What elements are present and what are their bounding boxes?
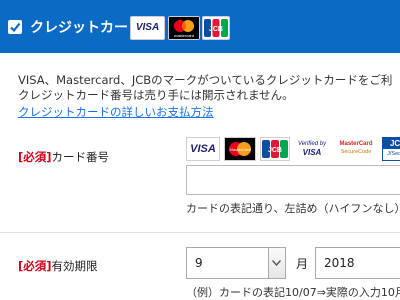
card-number-label: [必須]カード番号 — [18, 149, 109, 165]
credit-card-checkbox[interactable] — [8, 20, 22, 34]
jcb-logo-text: JCB — [209, 26, 223, 33]
mastercard-logo-text: mastercard — [174, 33, 194, 38]
chevron-down-icon — [272, 260, 281, 266]
visa-logo-text: VISA — [190, 143, 216, 155]
card-number-label-text: カード番号 — [51, 150, 110, 164]
intro-text: VISA、Mastercard、JCBのマークがついているクレジットカードをご利… — [18, 73, 392, 103]
visa-logo-text: VISA — [135, 22, 160, 33]
payment-details-link[interactable]: クレジットカードの詳しいお支払方法 — [18, 104, 214, 120]
verified-by-visa-line-2: VISA — [302, 148, 322, 157]
payment-method-header[interactable]: クレジットカード VISA mastercard JCB — [0, 0, 400, 53]
expiry-year-value: 2018 — [324, 256, 355, 270]
visa-logo: VISA — [130, 16, 165, 40]
jcb-logo: JCB — [202, 16, 230, 40]
checkmark-icon — [10, 22, 21, 33]
verified-by-visa-logo: Verified by VISA — [294, 137, 330, 159]
expiry-example-note: （例）カードの表記10/07⇒実際の入力10月 — [186, 286, 400, 299]
required-badge: [必須] — [18, 259, 52, 273]
required-badge: [必須] — [18, 150, 52, 164]
expiry-year-select[interactable]: 2018 — [315, 247, 400, 279]
securecode-line-1: MasterCard — [339, 141, 373, 147]
verified-by-visa-line-1: Verified by — [297, 141, 327, 147]
mastercard-logo-text: MasterCard — [230, 147, 251, 152]
payment-method-title: クレジットカード — [30, 20, 142, 36]
jcb-logo-text: JCB — [268, 147, 282, 154]
jcb-jsecure-logo: JCB J/Secure — [382, 137, 400, 161]
intro-line-2: クレジットカード番号は売り手には開示されません。 — [18, 88, 294, 102]
expiry-month-value: 9 — [195, 256, 203, 270]
jsecure-line-2: J/Secure — [387, 151, 400, 157]
intro-line-1: VISA、Mastercard、JCBのマークがついているクレジットカードをご利 — [18, 73, 393, 87]
mastercard-securecode-logo: MasterCard SecureCode — [336, 137, 376, 159]
mastercard-logo: mastercard — [168, 16, 200, 40]
expiry-label: [必須]有効期限 — [18, 258, 98, 274]
jsecure-line-1: JCB — [383, 138, 400, 149]
divider — [0, 232, 400, 233]
card-number-hint: カードの表記通り、左詰め（ハイフンなし） — [186, 202, 400, 215]
jcb-logo: JCB — [260, 137, 290, 161]
dropdown-arrow[interactable] — [268, 248, 285, 278]
visa-logo: VISA — [186, 137, 220, 161]
securecode-line-2: SecureCode — [340, 149, 372, 155]
expiry-label-text: 有効期限 — [51, 259, 98, 273]
mastercard-logo: MasterCard — [224, 137, 256, 161]
month-unit: 月 — [296, 257, 309, 271]
card-number-input[interactable] — [186, 165, 400, 195]
expiry-month-select[interactable]: 9 — [186, 247, 286, 279]
